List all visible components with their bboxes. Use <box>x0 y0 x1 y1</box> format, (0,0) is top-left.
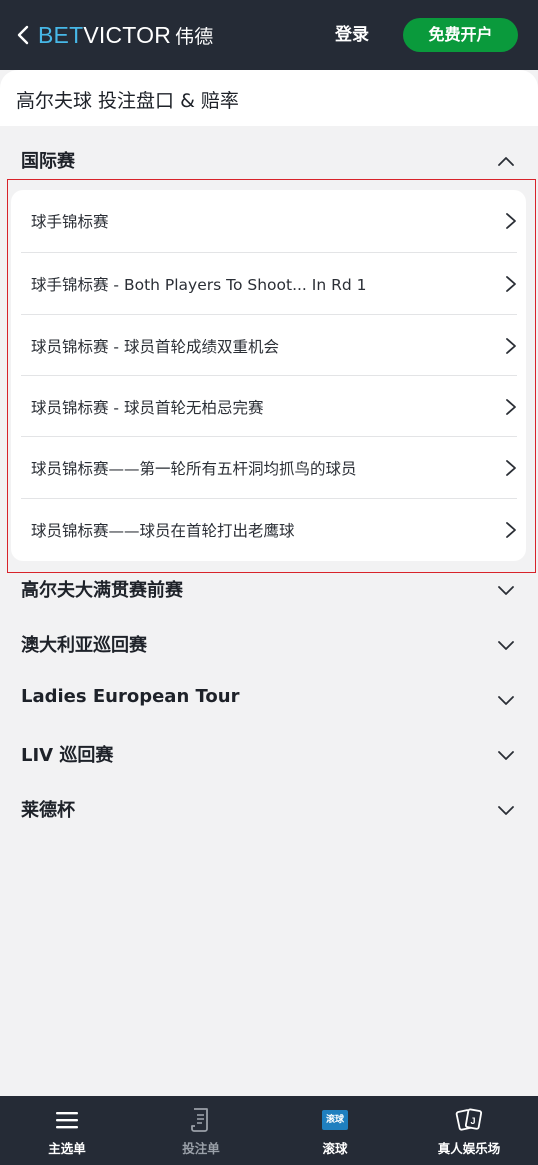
section-header-ryder-cup[interactable]: 莱德杯 <box>0 790 538 830</box>
nav-item-menu[interactable]: 主选单 <box>0 1096 134 1165</box>
login-button[interactable]: 登录 <box>335 22 369 48</box>
market-label: 球手锦标赛 - Both Players To Shoot... In Rd 1 <box>31 276 367 294</box>
section-label: LIV 巡回赛 <box>21 745 114 766</box>
market-label: 球员锦标赛 - 球员首轮成绩双重机会 <box>31 338 279 356</box>
market-label: 球员锦标赛 - 球员首轮无柏忌完赛 <box>31 399 264 417</box>
nav-label: 真人娱乐场 <box>437 1141 501 1156</box>
live-icon: 滚球 <box>321 1106 349 1134</box>
nav-label: 投注单 <box>182 1141 220 1156</box>
section-header-ladies-european-tour[interactable]: Ladies European Tour <box>0 680 538 720</box>
market-label: 球员锦标赛——球员在首轮打出老鹰球 <box>31 522 295 540</box>
menu-icon <box>53 1106 81 1134</box>
section-label: 国际赛 <box>21 151 75 172</box>
chevron-right-icon <box>506 460 516 476</box>
nav-item-live-casino[interactable]: J 真人娱乐场 <box>402 1096 536 1165</box>
list-item[interactable]: 球员锦标赛 - 球员首轮成绩双重机会 <box>21 315 516 376</box>
chevron-up-icon <box>498 157 514 166</box>
chevron-right-icon <box>506 399 516 415</box>
market-list: 球手锦标赛 球手锦标赛 - Both Players To Shoot... I… <box>11 190 526 561</box>
chevron-right-icon <box>506 522 516 538</box>
chevron-down-icon <box>498 586 514 595</box>
betslip-icon <box>187 1106 215 1134</box>
page-title-card: 高尔夫球 投注盘口 & 赔率 <box>0 70 538 126</box>
chevron-down-icon <box>498 806 514 815</box>
chevron-down-icon <box>498 751 514 760</box>
section-header-liv-tour[interactable]: LIV 巡回赛 <box>0 735 538 775</box>
bottom-nav: 主选单 投注单 滚球 滚球 J 真人娱乐场 <box>0 1096 538 1165</box>
section-label: 高尔夫大满贯赛前赛 <box>21 580 183 601</box>
nav-label: 滚球 <box>322 1141 348 1156</box>
section-label: 莱德杯 <box>21 800 75 821</box>
section-label: 澳大利亚巡回赛 <box>21 635 147 656</box>
cards-icon: J <box>455 1106 483 1134</box>
chevron-down-icon <box>498 641 514 650</box>
nav-item-live[interactable]: 滚球 滚球 <box>268 1096 402 1165</box>
page-title: 高尔夫球 投注盘口 & 赔率 <box>16 90 239 112</box>
section-header-international[interactable]: 国际赛 <box>0 141 538 181</box>
list-item[interactable]: 球手锦标赛 <box>21 190 516 251</box>
section-label: Ladies European Tour <box>21 686 240 707</box>
market-label: 球员锦标赛——第一轮所有五杆洞均抓鸟的球员 <box>31 460 357 478</box>
list-item[interactable]: 球手锦标赛 - Both Players To Shoot... In Rd 1 <box>21 253 516 314</box>
market-label: 球手锦标赛 <box>31 213 109 231</box>
chevron-right-icon <box>506 338 516 354</box>
chevron-right-icon <box>506 276 516 292</box>
top-bar: BETVICTOR 伟德 登录 免费开户 <box>0 0 538 70</box>
chevron-down-icon <box>498 696 514 705</box>
brand-logo[interactable]: BETVICTOR 伟德 <box>38 20 213 50</box>
nav-label: 主选单 <box>48 1141 86 1156</box>
list-item[interactable]: 球员锦标赛 - 球员首轮无柏忌完赛 <box>21 376 516 437</box>
list-item[interactable]: 球员锦标赛——第一轮所有五杆洞均抓鸟的球员 <box>21 437 516 498</box>
list-item[interactable]: 球员锦标赛——球员在首轮打出老鹰球 <box>21 499 516 560</box>
section-header-australian-tour[interactable]: 澳大利亚巡回赛 <box>0 625 538 665</box>
svg-text:J: J <box>471 1116 476 1126</box>
chevron-right-icon <box>506 213 516 229</box>
section-header-majors[interactable]: 高尔夫大满贯赛前赛 <box>0 570 538 610</box>
nav-item-betslip[interactable]: 投注单 <box>134 1096 268 1165</box>
signup-button[interactable]: 免费开户 <box>403 18 518 52</box>
chevron-left-icon <box>17 25 29 45</box>
back-button[interactable] <box>14 22 32 48</box>
live-badge: 滚球 <box>322 1110 348 1130</box>
